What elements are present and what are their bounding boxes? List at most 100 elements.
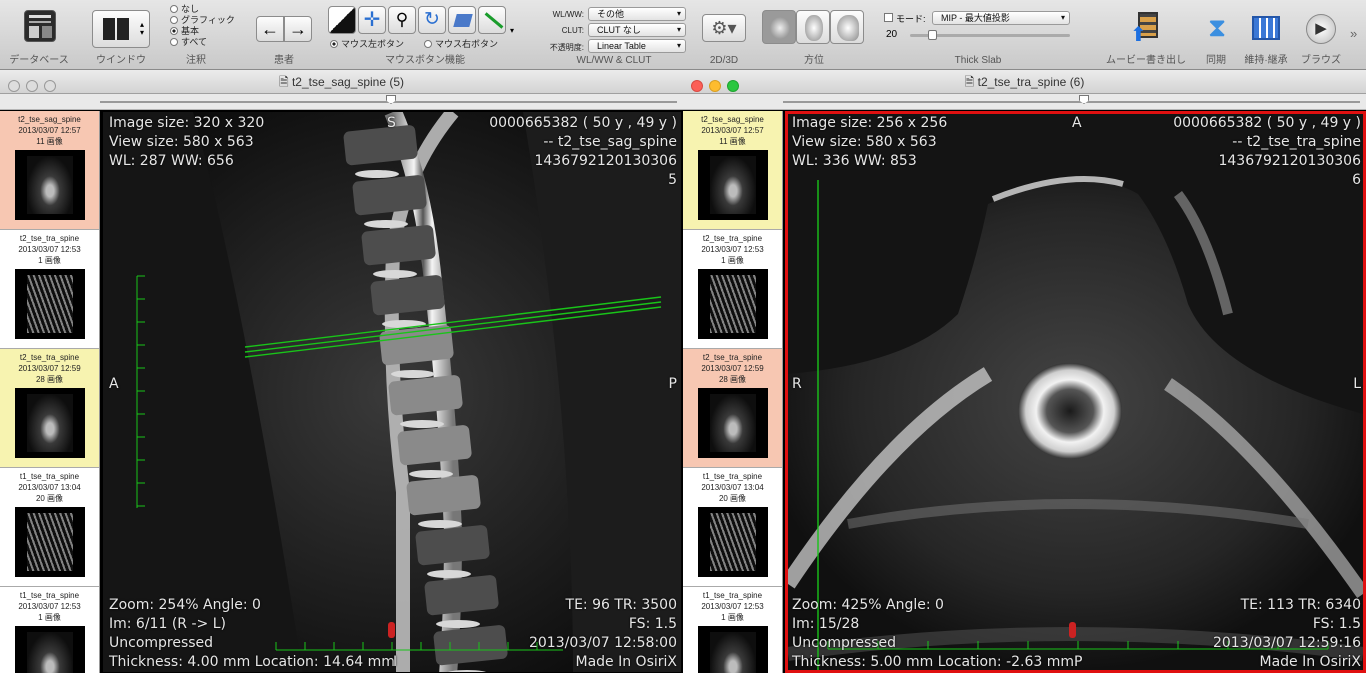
patient-group: ← → 患者 <box>254 4 314 68</box>
rotate-tool-button[interactable]: ↻ <box>418 6 446 34</box>
thumbnail-image <box>709 394 756 452</box>
thumbnail-image <box>709 632 756 673</box>
series-thumbnail <box>14 507 85 577</box>
right-overlay-bottom-left: Zoom: 425% Angle: 0 Im: 15/28 Uncompress… <box>792 596 1074 670</box>
orientation-top-label: A <box>1072 115 1082 131</box>
opacity-select[interactable]: Linear Table <box>588 39 686 53</box>
series-item[interactable]: t2_tse_tra_spine 2013/03/07 12:59 28 画像 <box>683 349 782 468</box>
series-item[interactable]: t1_tse_tra_spine 2013/03/07 12:53 1 画像 <box>683 587 782 673</box>
series-count: 11 画像 <box>36 137 63 146</box>
radio-icon <box>424 40 432 48</box>
thick-slab-slider-knob[interactable] <box>928 30 937 40</box>
previous-patient-button[interactable]: ← <box>256 16 284 42</box>
sync-button[interactable]: ⧗ 同期 <box>1196 4 1236 68</box>
left-image-slider[interactable] <box>0 94 683 110</box>
browse-button[interactable]: ▶ ブラウズ <box>1296 4 1346 68</box>
window-label: ウインドウ <box>96 55 146 66</box>
sync-label: 同期 <box>1206 55 1226 66</box>
series-item[interactable]: t2_tse_tra_spine 2013/03/07 12:53 1 画像 <box>683 230 782 349</box>
next-patient-button[interactable]: → <box>284 16 312 42</box>
arrow-left-icon: ← <box>261 19 279 39</box>
right-overlay-bottom-right: TE: 113 TR: 6340 FS: 1.5 2013/03/07 12:5… <box>1213 596 1361 670</box>
series-item[interactable]: t2_tse_tra_spine 2013/03/07 12:59 28 画像 <box>0 349 99 468</box>
keep-inherit-button[interactable]: 維持·継承 <box>1238 4 1294 68</box>
thumbnail-image <box>26 156 73 214</box>
series-name: t2_tse_sag_spine <box>18 115 81 124</box>
mode-checkbox[interactable] <box>884 13 893 22</box>
arrow-right-icon: → <box>289 19 307 39</box>
mouse-right-option[interactable]: マウス右ボタン <box>424 39 498 50</box>
mouse-function-label: マウスボタン機能 <box>385 55 465 66</box>
series-item[interactable]: t2_tse_sag_spine 2013/03/07 12:57 11 画像 <box>683 111 782 230</box>
patient-label: 患者 <box>274 55 294 66</box>
close-icon[interactable] <box>8 80 20 92</box>
patient-id-text: 0000665382 ( 50 y , 49 y ) <box>489 115 677 131</box>
series-date: 2013/03/07 12:53 <box>18 602 81 611</box>
left-overlay-bottom-right: TE: 96 TR: 3500 FS: 1.5 2013/03/07 12:58… <box>529 596 677 672</box>
zoom-icon[interactable] <box>44 80 56 92</box>
thumbnail-image <box>709 513 756 571</box>
series-item[interactable]: t1_tse_tra_spine 2013/03/07 13:04 20 画像 <box>0 468 99 587</box>
series-count: 1 画像 <box>38 613 61 622</box>
thick-slab-value: 20 <box>886 29 898 40</box>
series-item[interactable]: t1_tse_tra_spine 2013/03/07 13:04 20 画像 <box>683 468 782 587</box>
mouse-left-option[interactable]: マウス左ボタン <box>330 39 404 50</box>
series-item[interactable]: t2_tse_tra_spine 2013/03/07 12:53 1 画像 <box>0 230 99 349</box>
measure-tool-button[interactable] <box>478 6 506 34</box>
mode-select[interactable]: MIP - 最大値投影 <box>932 11 1070 25</box>
left-image-viewer[interactable]: Image size: 320 x 320 View size: 580 x 5… <box>102 111 682 673</box>
series-date: 2013/03/07 12:53 <box>701 245 764 254</box>
series-item[interactable]: t1_tse_tra_spine 2013/03/07 12:53 1 画像 <box>0 587 99 673</box>
main-toolbar: データベース ▴ ▾ ウインドウ なし グラフィック 基本 すべて 注釈 ← → … <box>0 0 1366 70</box>
compression-text: Uncompressed <box>792 635 897 651</box>
series-date: 2013/03/07 12:57 <box>701 126 764 135</box>
zoom-icon[interactable] <box>727 80 739 92</box>
2d3d-button[interactable]: ⚙▾ 2D/3D <box>696 4 752 68</box>
close-icon[interactable] <box>691 80 703 92</box>
series-thumbnail <box>14 269 85 339</box>
left-overlay-top-right: 0000665382 ( 50 y , 49 y ) -- t2_tse_sag… <box>489 114 677 190</box>
mouse-tools-more-icon[interactable]: ▾ <box>510 26 514 35</box>
minimize-icon[interactable] <box>26 80 38 92</box>
wlww-tool-button[interactable] <box>328 6 356 34</box>
scroll-tool-button[interactable] <box>448 6 476 34</box>
orientation-coronal-button[interactable] <box>796 10 830 44</box>
series-count: 1 画像 <box>38 256 61 265</box>
series-item[interactable]: t2_tse_sag_spine 2013/03/07 12:57 11 画像 <box>0 111 99 230</box>
wlww-clut-group: WL/WW: その他 CLUT: CLUT なし 不透明度: Linear Ta… <box>536 4 692 68</box>
document-icon: 🗎 <box>278 75 292 89</box>
orientation-axial-button[interactable] <box>762 10 796 44</box>
minimize-icon[interactable] <box>709 80 721 92</box>
move-tool-button[interactable]: ✛ <box>358 6 386 34</box>
wlww-select[interactable]: その他 <box>588 7 686 21</box>
toolbar-overflow-icon[interactable]: » <box>1350 26 1357 41</box>
zoom-text: Zoom: 254% Angle: 0 <box>109 597 261 613</box>
right-crosslines <box>817 180 1329 670</box>
hourglass-icon: ⧗ <box>1208 12 1227 42</box>
database-button[interactable]: データベース <box>4 4 74 68</box>
annotation-option-graphic[interactable]: グラフィック <box>170 15 242 26</box>
thick-slab-slider[interactable] <box>910 30 1070 40</box>
series-number-text: 6 <box>1352 172 1361 188</box>
view-size-text: View size: 580 x 563 <box>792 134 937 150</box>
movie-export-button[interactable]: ⬆ ムービー書き出し <box>1096 4 1196 68</box>
series-count: 1 画像 <box>721 613 744 622</box>
orientation-right-label: P <box>668 376 677 392</box>
orientation-group: 方位 <box>758 4 870 68</box>
series-name: t2_tse_tra_spine <box>19 234 80 243</box>
image-index-text: Im: 15/28 <box>792 616 860 632</box>
orientation-sagittal-button[interactable] <box>830 10 864 44</box>
clut-select[interactable]: CLUT なし <box>588 23 686 37</box>
annotation-option-basic[interactable]: 基本 <box>170 26 242 37</box>
gear-icon: ⚙▾ <box>702 14 746 42</box>
right-image-slider[interactable] <box>683 94 1366 110</box>
annotation-option-none[interactable]: なし <box>170 4 242 15</box>
annotation-group: なし グラフィック 基本 すべて 注釈 <box>170 4 242 68</box>
zoom-tool-button[interactable]: ⚲ <box>388 6 416 34</box>
series-name: t1_tse_tra_spine <box>19 472 80 481</box>
right-image-viewer[interactable]: Image size: 256 x 256 View size: 580 x 5… <box>785 111 1366 673</box>
right-window-title: t2_tse_tra_spine (6) <box>977 75 1085 89</box>
window-layout-button[interactable]: ▴ ▾ ウインドウ <box>86 4 156 68</box>
annotation-option-all[interactable]: すべて <box>170 37 242 48</box>
series-thumbnail <box>14 150 85 220</box>
